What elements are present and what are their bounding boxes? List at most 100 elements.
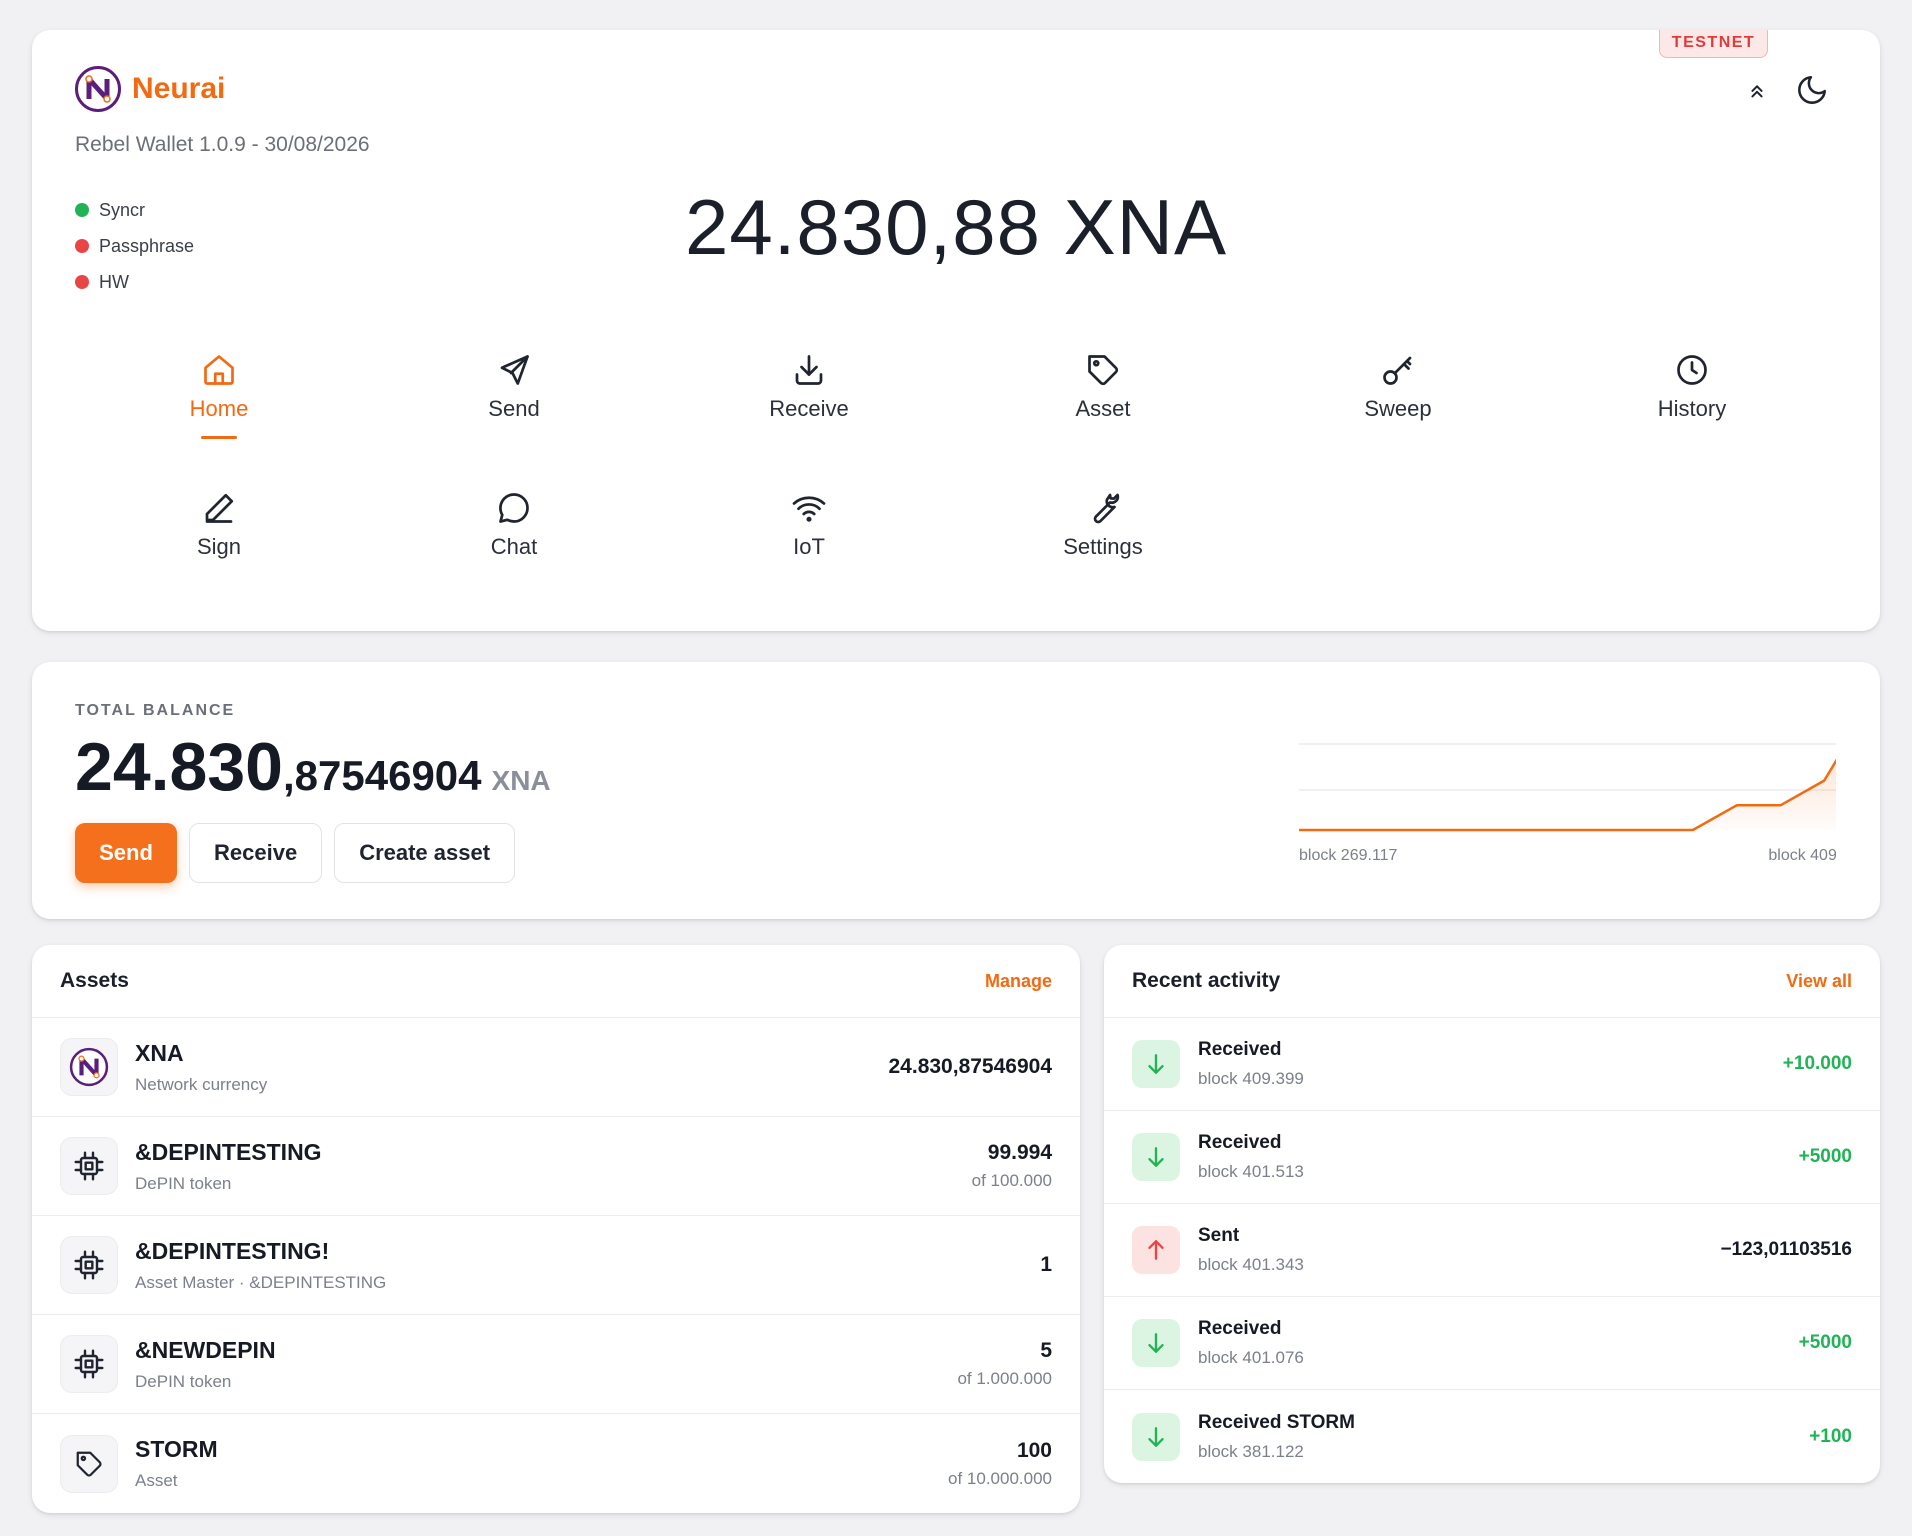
active-indicator xyxy=(201,436,237,439)
assets-title: Assets xyxy=(60,969,129,992)
activity-row[interactable]: Received block 401.076 +5000 xyxy=(1104,1297,1880,1390)
asset-description: Asset Master · &DEPINTESTING xyxy=(135,1272,387,1292)
asset-description: DePIN token xyxy=(135,1371,232,1391)
balance-unit: XNA xyxy=(491,765,551,796)
asset-row-newdepin[interactable]: &NEWDEPIN DePIN token 5 of 1.000.000 xyxy=(32,1315,1080,1414)
nav-history[interactable]: History xyxy=(1592,352,1792,462)
activity-type: Received xyxy=(1198,1039,1282,1060)
assets-card: Assets Manage XNA Network currency 24.83… xyxy=(32,945,1080,1513)
sent-badge xyxy=(1132,1226,1180,1274)
receive-button[interactable]: Receive xyxy=(189,823,323,883)
theme-toggle-button[interactable] xyxy=(1792,70,1832,110)
activity-block: block 401.076 xyxy=(1198,1348,1304,1367)
asset-icon xyxy=(60,1434,118,1493)
nav-sweep[interactable]: Sweep xyxy=(1298,352,1498,462)
balance-chart: block 269.117 block 409.399 xyxy=(1299,743,1836,864)
arrow-down-icon xyxy=(1148,1147,1164,1167)
activity-row[interactable]: Received block 409.399 +10.000 xyxy=(1104,1018,1880,1111)
arrow-down-icon xyxy=(1148,1054,1164,1074)
asset-text: &NEWDEPIN DePIN token xyxy=(135,1337,957,1392)
asset-supply: of 10.000.000 xyxy=(948,1468,1052,1488)
home-icon xyxy=(204,355,234,385)
asset-name: &DEPINTESTING! xyxy=(135,1237,330,1264)
received-badge xyxy=(1132,1040,1180,1088)
asset-text: &DEPINTESTING! Asset Master · &DEPINTEST… xyxy=(135,1238,1040,1293)
clock-icon xyxy=(1677,355,1707,385)
asset-amounts: 24.830,87546904 xyxy=(889,1055,1053,1079)
total-balance-amount: 24.830,87546904 XNA xyxy=(75,728,551,806)
activity-type: Received xyxy=(1198,1132,1282,1153)
nav-send[interactable]: Send xyxy=(414,352,614,462)
activity-text: Received block 401.513 xyxy=(1198,1132,1799,1182)
nav-sign[interactable]: Sign xyxy=(119,490,319,600)
nav-settings[interactable]: Settings xyxy=(1003,490,1203,600)
chat-icon xyxy=(499,493,529,523)
balance-card: TOTAL BALANCE 24.830,87546904 XNA Send Re… xyxy=(32,662,1880,919)
nav-receive[interactable]: Receive xyxy=(709,352,909,462)
chevrons-up-icon xyxy=(1751,85,1763,98)
asset-name: &NEWDEPIN xyxy=(135,1336,276,1363)
create-asset-button[interactable]: Create asset xyxy=(334,823,516,883)
asset-description: Network currency xyxy=(135,1074,268,1094)
network-badge: TESTNET xyxy=(1659,30,1768,58)
received-badge xyxy=(1132,1319,1180,1367)
manage-link[interactable]: Manage xyxy=(985,971,1052,992)
activity-amount: +5000 xyxy=(1798,1146,1852,1167)
activity-row[interactable]: Sent block 401.343 −123,01103516 xyxy=(1104,1204,1880,1297)
nav-chat[interactable]: Chat xyxy=(414,490,614,600)
nav-label: Settings xyxy=(1063,534,1143,559)
activity-block: block 409.399 xyxy=(1198,1069,1304,1088)
nav-label: Send xyxy=(488,396,540,421)
asset-name: &DEPINTESTING xyxy=(135,1138,322,1165)
balance-integer: 24.830 xyxy=(75,729,283,805)
activity-type: Sent xyxy=(1198,1225,1240,1246)
asset-amounts: 5 of 1.000.000 xyxy=(957,1339,1052,1389)
status-dot xyxy=(75,275,89,289)
nav-iot[interactable]: IoT xyxy=(709,490,909,600)
asset-icon xyxy=(60,1038,118,1096)
activity-text: Received block 409.399 xyxy=(1198,1039,1783,1089)
activity-type: Received STORM xyxy=(1198,1411,1355,1433)
send-icon xyxy=(500,355,529,385)
asset-icon xyxy=(60,1137,118,1195)
collapse-button[interactable] xyxy=(1737,70,1777,110)
assets-header: Assets Manage xyxy=(32,945,1080,1018)
nav-label: Receive xyxy=(769,396,849,421)
chip-icon xyxy=(74,1250,104,1280)
brand-name: Neurai xyxy=(132,72,226,105)
app-version: Rebel Wallet 1.0.9 - 30/08/2026 xyxy=(75,133,370,156)
download-icon xyxy=(795,355,823,385)
asset-supply: of 100.000 xyxy=(971,1171,1052,1190)
series-area xyxy=(1299,761,1836,830)
asset-description: Asset xyxy=(135,1471,178,1490)
nav-label: IoT xyxy=(793,534,825,559)
asset-row-xna[interactable]: XNA Network currency 24.830,87546904 xyxy=(32,1018,1080,1117)
asset-value: 99.994 xyxy=(987,1141,1052,1164)
activity-block: block 401.513 xyxy=(1198,1162,1304,1181)
arrow-down-icon xyxy=(1148,1333,1164,1353)
nav-home[interactable]: Home xyxy=(119,352,319,462)
asset-row-storm[interactable]: STORM Asset 100 of 10.000.000 xyxy=(32,1414,1080,1513)
asset-row-depintesting[interactable]: &DEPINTESTING DePIN token 99.994 of 100.… xyxy=(32,1117,1080,1216)
header-balance: 24.830,88 XNA xyxy=(684,183,1228,271)
asset-amounts: 100 of 10.000.000 xyxy=(948,1439,1052,1489)
chip-icon xyxy=(74,1151,104,1181)
asset-row-depintesting-master[interactable]: &DEPINTESTING! Asset Master · &DEPINTEST… xyxy=(32,1216,1080,1315)
activity-amount: +5000 xyxy=(1798,1332,1852,1353)
nav-label: Sign xyxy=(196,534,242,559)
balance-actions: Send Receive Create asset xyxy=(75,823,516,883)
x-start-label: block 269.117 xyxy=(1299,847,1398,864)
activity-block: block 401.343 xyxy=(1198,1255,1304,1274)
brand: Neurai xyxy=(74,65,225,113)
balance-decimal: ,87546904 xyxy=(282,752,482,799)
view-all-link[interactable]: View all xyxy=(1786,971,1852,992)
asset-name: STORM xyxy=(135,1436,218,1462)
activity-text: Received block 401.076 xyxy=(1198,1318,1799,1368)
nav-asset[interactable]: Asset xyxy=(1003,352,1203,462)
received-badge xyxy=(1132,1412,1180,1461)
activity-row[interactable]: Received STORM block 381.122 +100 xyxy=(1104,1390,1880,1483)
send-button[interactable]: Send xyxy=(75,823,177,883)
asset-icon xyxy=(60,1236,118,1294)
neurai-logo-icon xyxy=(75,66,121,112)
activity-row[interactable]: Received block 401.513 +5000 xyxy=(1104,1111,1880,1204)
